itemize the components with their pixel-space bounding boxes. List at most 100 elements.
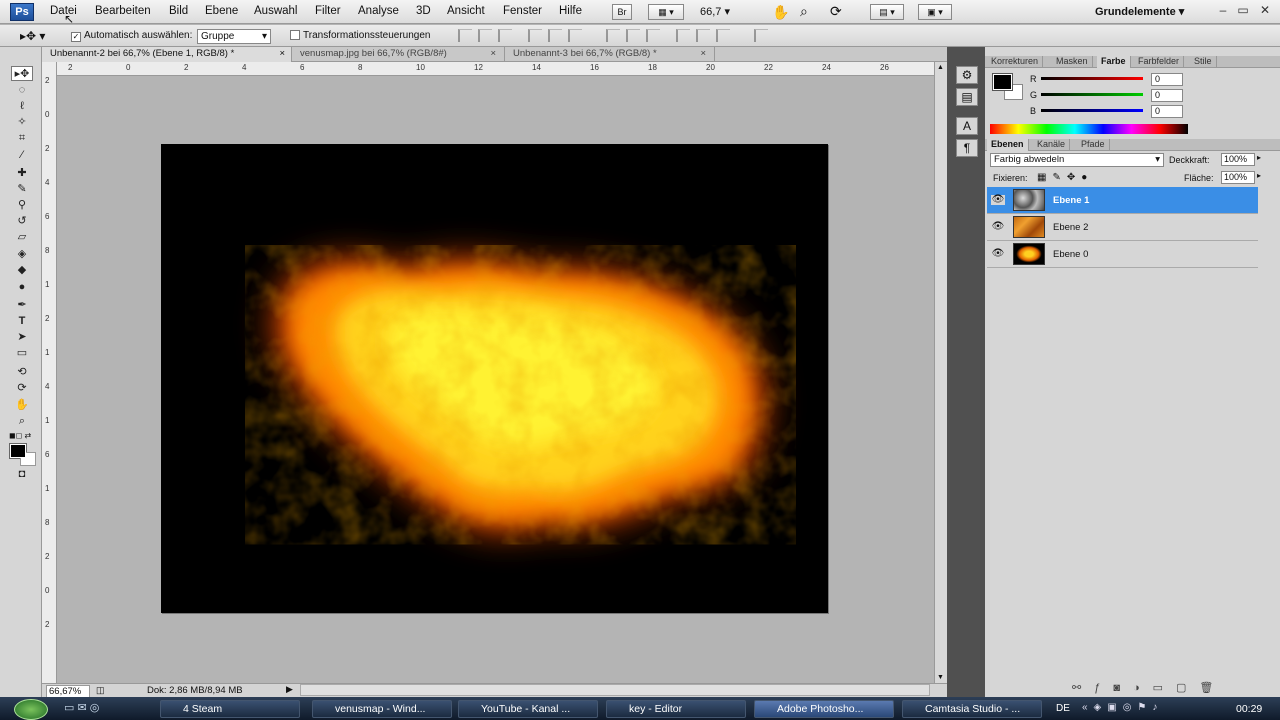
minimize-icon[interactable]: –	[1214, 3, 1232, 19]
distribute-top-icon[interactable]	[606, 29, 620, 42]
screen-mode-button[interactable]: ▣ ▾	[918, 4, 952, 20]
tab-korrekturen[interactable]: Korrekturen	[987, 56, 1044, 68]
align-right-icon[interactable]	[568, 29, 582, 42]
history-panel-icon[interactable]: ⚙	[956, 66, 978, 84]
taskbar-youtube[interactable]: YouTube - Kanal ...	[458, 700, 598, 718]
distribute-vcenter-icon[interactable]	[626, 29, 640, 42]
menu-bild[interactable]: Bild	[169, 5, 188, 17]
opacity-field[interactable]: 100%	[1221, 153, 1255, 166]
fill-arrow-icon[interactable]: ▸	[1257, 171, 1261, 180]
hand-tool-sidebar-icon[interactable]: ✋	[11, 398, 33, 413]
default-colors-icon[interactable]: ◼◻ ⇄	[9, 431, 31, 440]
menu-ebene[interactable]: Ebene	[205, 5, 238, 17]
clone-stamp-tool-icon[interactable]: ⚲	[11, 198, 33, 213]
bridge-button[interactable]: Br	[612, 4, 632, 20]
tab-stile[interactable]: Stile	[1190, 56, 1217, 68]
distribute-bottom-icon[interactable]	[646, 29, 660, 42]
channel-r-slider[interactable]	[1041, 77, 1143, 80]
brush-tool-icon[interactable]: ✎	[11, 182, 33, 197]
hand-tool-icon[interactable]: ✋	[772, 4, 789, 21]
zoom-tool-sidebar-icon[interactable]: ⌕	[11, 414, 33, 429]
status-menu-arrow-icon[interactable]: ▶	[286, 684, 293, 695]
menu-bearbeiten[interactable]: Bearbeiten	[95, 5, 151, 17]
3d-rotate-tool-icon[interactable]: ⟲	[11, 365, 33, 380]
taskbar-steam[interactable]: 4 Steam	[160, 700, 300, 718]
menu-hilfe[interactable]: Hilfe	[559, 5, 582, 17]
tab-close-icon[interactable]: ×	[700, 47, 706, 61]
align-bottom-icon[interactable]	[498, 29, 512, 42]
menu-fenster[interactable]: Fenster	[503, 5, 542, 17]
pen-tool-icon[interactable]: ✒	[11, 298, 33, 313]
restore-icon[interactable]: ▭	[1234, 3, 1252, 19]
marquee-tool-icon[interactable]: ◌	[11, 83, 33, 98]
layer-row-ebene-0[interactable]: 👁 Ebene 0	[987, 241, 1258, 268]
tab-kanaele[interactable]: Kanäle	[1033, 139, 1071, 151]
channel-b-value[interactable]: 0	[1151, 105, 1183, 118]
eyedropper-tool-icon[interactable]: ⁄	[11, 148, 33, 163]
auto-select-dropdown[interactable]: Gruppe ▾	[197, 29, 271, 44]
dodge-tool-icon[interactable]: ●	[11, 280, 33, 295]
rotate-view-icon[interactable]: ⟳	[830, 3, 842, 20]
menu-auswahl[interactable]: Auswahl	[254, 5, 297, 17]
auto-align-icon[interactable]	[754, 29, 768, 42]
quick-mask-icon[interactable]: ◘	[11, 467, 33, 482]
menu-filter[interactable]: Filter	[315, 5, 341, 17]
distribute-left-icon[interactable]	[676, 29, 690, 42]
move-tool-icon[interactable]: ▸✥	[11, 66, 33, 81]
channel-b-slider[interactable]	[1041, 109, 1143, 112]
tab-unbenannt-3[interactable]: Unbenannt-3 bei 66,7% (RGB/8) * ×	[505, 47, 715, 62]
character-panel-icon[interactable]: A	[956, 117, 978, 135]
scroll-down-icon[interactable]: ▼	[937, 674, 944, 681]
opacity-arrow-icon[interactable]: ▸	[1257, 153, 1261, 162]
distribute-hcenter-icon[interactable]	[696, 29, 710, 42]
tab-masken[interactable]: Masken	[1052, 56, 1093, 68]
visibility-eye-icon[interactable]: 👁	[991, 222, 1005, 232]
fill-field[interactable]: 100%	[1221, 171, 1255, 184]
actions-panel-icon[interactable]: ▤	[956, 88, 978, 106]
distribute-right-icon[interactable]	[716, 29, 730, 42]
align-hcenter-icon[interactable]	[548, 29, 562, 42]
system-tray-icons[interactable]: «◈▣◎⚑♪	[1082, 702, 1163, 713]
paint-bucket-tool-icon[interactable]: ◈	[11, 247, 33, 262]
workspace-switcher[interactable]: Grundelemente ▾	[1095, 5, 1184, 18]
vertical-scrollbar[interactable]	[934, 62, 947, 683]
document-canvas[interactable]	[161, 144, 828, 613]
layer-name[interactable]: Ebene 1	[1053, 195, 1089, 206]
auto-select-checkbox[interactable]: ✓	[71, 30, 81, 42]
menu-ansicht[interactable]: Ansicht	[447, 5, 485, 17]
scroll-up-icon[interactable]: ▲	[937, 64, 944, 71]
start-button[interactable]	[14, 699, 48, 720]
lock-icons[interactable]: ▦✎✥●	[1037, 172, 1093, 183]
transform-controls-checkbox[interactable]	[290, 30, 300, 43]
channel-g-slider[interactable]	[1041, 93, 1143, 96]
tab-pfade[interactable]: Pfade	[1077, 139, 1110, 151]
tab-close-icon[interactable]: ×	[490, 47, 496, 61]
layer-row-ebene-1[interactable]: 👁 Ebene 1	[987, 187, 1258, 214]
align-vcenter-icon[interactable]	[478, 29, 492, 42]
tab-unbenannt-2[interactable]: Unbenannt-2 bei 66,7% (Ebene 1, RGB/8) *…	[42, 47, 292, 62]
blend-mode-dropdown[interactable]: Farbig abwedeln ▾	[990, 153, 1164, 167]
taskbar-venusmap[interactable]: venusmap - Wind...	[312, 700, 452, 718]
lasso-tool-icon[interactable]: ℓ	[11, 99, 33, 114]
type-tool-icon[interactable]: T	[11, 314, 33, 329]
align-left-icon[interactable]	[528, 29, 542, 42]
channel-r-value[interactable]: 0	[1151, 73, 1183, 86]
channel-g-value[interactable]: 0	[1151, 89, 1183, 102]
tab-venusmap[interactable]: venusmap.jpg bei 66,7% (RGB/8#) ×	[292, 47, 505, 62]
crop-tool-icon[interactable]: ⌗	[11, 131, 33, 146]
menu-3d[interactable]: 3D	[416, 5, 431, 17]
layers-footer-icons[interactable]: ⚯ƒ◙◑▭▢🗑	[1072, 681, 1226, 694]
zoom-tool-icon[interactable]: ⌕	[800, 3, 808, 20]
paragraph-panel-icon[interactable]: ¶	[956, 139, 978, 157]
path-select-tool-icon[interactable]: ➤	[11, 330, 33, 345]
zoom-field[interactable]: 66,7 ▾	[700, 5, 750, 18]
arrange-documents-button[interactable]: ▤ ▾	[870, 4, 904, 20]
visibility-eye-icon[interactable]: 👁	[991, 195, 1005, 205]
layer-row-ebene-2[interactable]: 👁 Ebene 2	[987, 214, 1258, 241]
language-indicator[interactable]: DE	[1056, 703, 1070, 714]
fg-color-swatch[interactable]	[992, 73, 1013, 91]
taskbar-camtasia[interactable]: Camtasia Studio - ...	[902, 700, 1042, 718]
menu-analyse[interactable]: Analyse	[358, 5, 399, 17]
taskbar-editor[interactable]: key - Editor	[606, 700, 746, 718]
tab-close-icon[interactable]: ×	[279, 47, 285, 61]
